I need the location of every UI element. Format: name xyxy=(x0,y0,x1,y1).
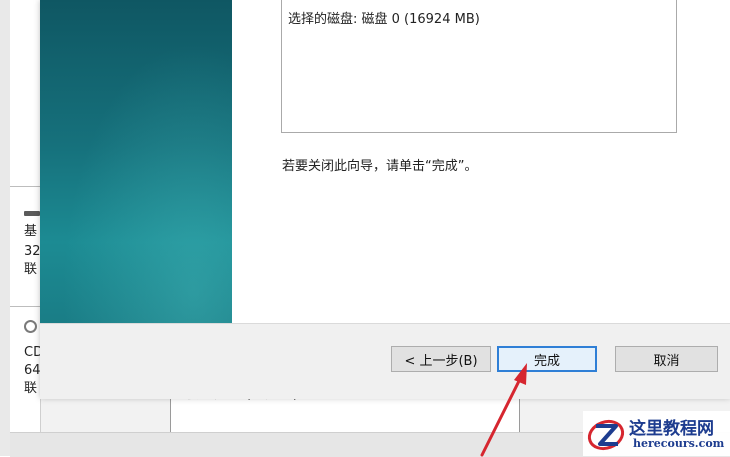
disk-separator xyxy=(10,186,40,187)
wizard-banner-image xyxy=(40,0,232,323)
site-watermark: 这里教程网 herecours.com xyxy=(583,411,730,456)
disk-separator xyxy=(10,306,40,307)
cancel-button[interactable]: 取消 xyxy=(615,346,718,372)
disk0-size-line: 32 xyxy=(24,244,41,259)
watermark-site-name: 这里教程网 xyxy=(629,419,714,439)
selected-disk-text: 选择的磁盘: 磁盘 0 (16924 MB) xyxy=(288,12,480,27)
site-logo-icon xyxy=(587,419,625,451)
wizard-button-bar: < 上一步(B) 完成 取消 xyxy=(40,323,730,399)
disk0-label-line: 基 xyxy=(24,224,38,239)
cd-drive-icon xyxy=(24,320,37,333)
red-arrow-annotation-icon xyxy=(480,363,527,457)
watermark-domain: herecours.com xyxy=(633,437,725,450)
cdrom-status-line: 联 xyxy=(24,381,38,396)
cdrom-size-line: 64 xyxy=(24,363,41,378)
new-volume-wizard-dialog: 选择的磁盘: 磁盘 0 (16924 MB) 若要关闭此向导，请单击“完成”。 … xyxy=(40,0,730,399)
hard-disk-icon xyxy=(24,211,40,216)
finish-instruction-text: 若要关闭此向导，请单击“完成”。 xyxy=(282,159,478,174)
settings-summary-box[interactable]: 选择的磁盘: 磁盘 0 (16924 MB) xyxy=(281,0,677,133)
disk0-status-line: 联 xyxy=(24,262,38,277)
